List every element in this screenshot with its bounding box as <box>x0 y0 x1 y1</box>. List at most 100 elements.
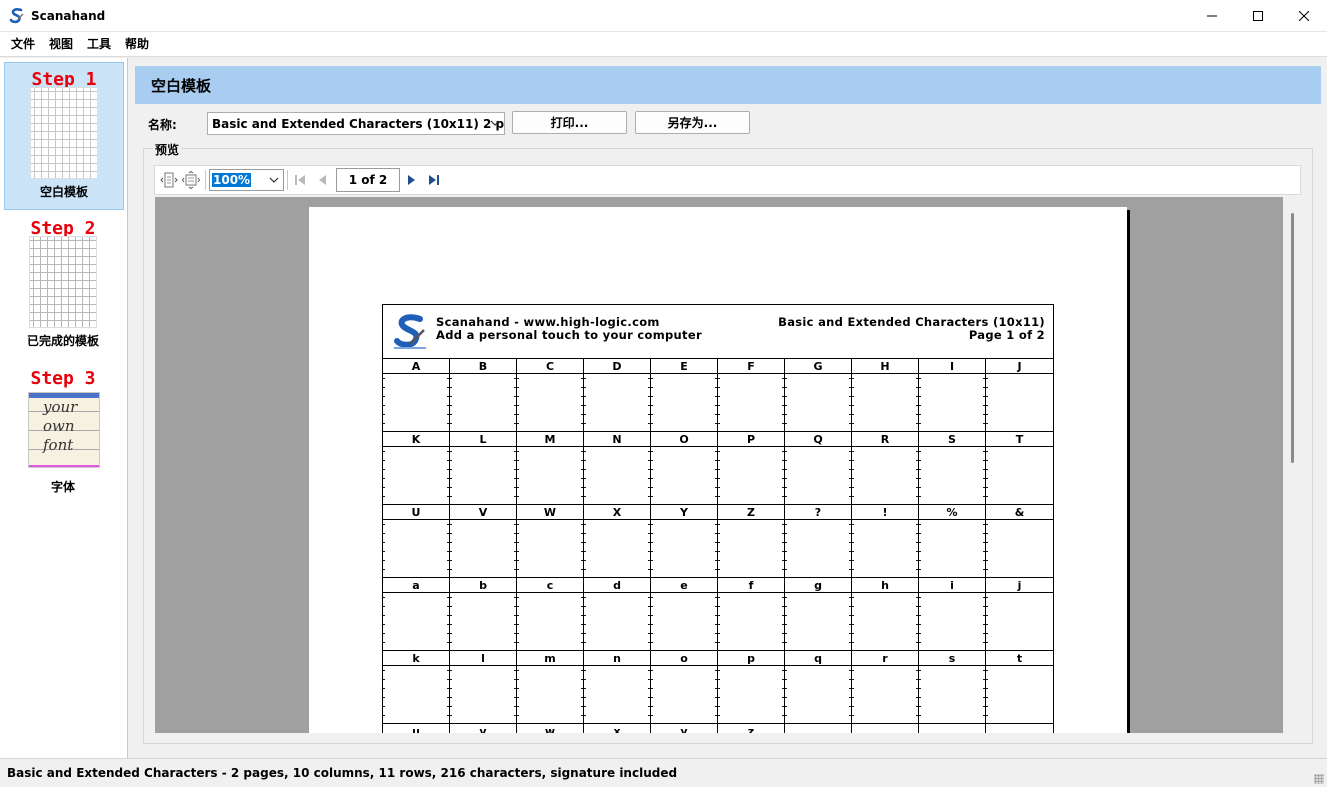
character-label: , <box>852 724 919 733</box>
character-box <box>447 374 517 432</box>
character-label: c <box>517 578 584 593</box>
grid-row-header: abcdefghi j <box>383 578 1053 593</box>
character-label: J <box>1017 360 1022 373</box>
character-label: g <box>785 578 852 593</box>
close-button[interactable] <box>1281 0 1327 32</box>
character-label: o <box>651 651 718 666</box>
character-label: Z <box>718 505 785 520</box>
step-blank-template[interactable]: Step 1 空白模板 <box>4 62 124 210</box>
grid-row-boxes <box>383 520 1053 578</box>
menu-tools[interactable]: 工具 <box>80 32 118 57</box>
character-box <box>447 520 517 578</box>
preview-toolbar: 100% 1 of 2 <box>154 165 1301 195</box>
character-box <box>916 520 986 578</box>
character-box <box>383 666 450 724</box>
character-label: X <box>584 505 651 520</box>
section-header: 空白模板 <box>135 66 1321 104</box>
character-label: G <box>785 359 852 374</box>
fit-page-button[interactable] <box>180 169 202 191</box>
maximize-button[interactable] <box>1235 0 1281 32</box>
step-label: 字体 <box>50 480 75 494</box>
character-box <box>383 374 450 432</box>
template-sheet: Scanahand - www.high-logic.com Add a per… <box>382 304 1054 733</box>
prev-page-button[interactable] <box>312 169 334 191</box>
character-label: Q <box>785 432 852 447</box>
resize-grip[interactable] <box>1314 774 1324 784</box>
character-box <box>514 447 584 505</box>
sheet-title: Scanahand - www.high-logic.com <box>436 315 660 329</box>
step-completed-template[interactable]: Step 2 已完成的模板 <box>4 212 124 360</box>
zoom-select[interactable]: 100% <box>209 169 284 191</box>
minimize-button[interactable] <box>1189 0 1235 32</box>
character-label: ? <box>785 505 852 520</box>
preview-page: Scanahand - www.high-logic.com Add a per… <box>309 207 1127 733</box>
character-label: O <box>651 432 718 447</box>
preview-label: 预览 <box>153 141 182 158</box>
grid-row-boxes <box>383 593 1053 651</box>
character-label: s <box>919 651 986 666</box>
character-label: l <box>450 651 517 666</box>
last-page-button[interactable] <box>423 169 445 191</box>
next-page-button[interactable] <box>400 169 422 191</box>
fit-width-icon <box>160 172 178 188</box>
template-select[interactable]: Basic and Extended Characters (10x11) 2 … <box>207 112 505 135</box>
character-label: E <box>651 359 718 374</box>
menu-view[interactable]: 视图 <box>42 32 80 57</box>
grid-row-header: ABCDEFGHI J <box>383 359 1053 374</box>
grid-row-boxes <box>383 666 1053 724</box>
menu-file[interactable]: 文件 <box>4 32 42 57</box>
character-label: r <box>852 651 919 666</box>
grid-row-header: klmnopqrs t <box>383 651 1053 666</box>
vertical-scrollbar[interactable] <box>1283 197 1301 733</box>
scrollbar-thumb[interactable] <box>1291 213 1294 463</box>
grid-row: uvwxyz., <box>383 724 1053 733</box>
save-as-button[interactable]: 另存为... <box>635 111 750 134</box>
first-page-icon <box>295 175 305 185</box>
character-box <box>581 520 651 578</box>
character-box <box>916 374 986 432</box>
step-title: Step 3 <box>30 368 96 389</box>
character-grid: A B C D E F G H I J K L M N O P Q R S T U V W X Y Z?!% & a b c d e f g h i j… <box>383 359 1053 733</box>
character-box <box>782 447 852 505</box>
first-page-button[interactable] <box>289 169 311 191</box>
character-box <box>715 374 785 432</box>
character-box <box>383 593 450 651</box>
character-box <box>581 374 651 432</box>
character-label: b <box>450 578 517 593</box>
print-button[interactable]: 打印... <box>512 111 627 134</box>
step-font[interactable]: Step 3 your own font 字体 <box>4 362 124 510</box>
character-label: U <box>383 505 450 520</box>
fit-page-icon <box>182 171 200 189</box>
character-box <box>648 593 718 651</box>
character-label: M <box>517 432 584 447</box>
page-indicator[interactable]: 1 of 2 <box>336 168 400 192</box>
grid-row: U V W X Y Z?!% & <box>383 505 1053 578</box>
character-box <box>514 593 584 651</box>
grid-row: klmnopqrs t <box>383 651 1053 724</box>
character-box <box>581 593 651 651</box>
sheet-page-number: Page 1 of 2 <box>968 328 1045 342</box>
menu-help[interactable]: 帮助 <box>118 32 156 57</box>
character-box <box>648 374 718 432</box>
character-label: F <box>718 359 785 374</box>
font-sample-line: own <box>43 417 75 435</box>
character-box <box>782 593 852 651</box>
character-label: ! <box>852 505 919 520</box>
character-label: T <box>1015 433 1024 446</box>
chevron-down-icon <box>269 177 279 183</box>
font-thumbnail: your own font <box>28 392 100 468</box>
close-icon <box>1299 11 1309 21</box>
fit-width-button[interactable] <box>158 169 180 191</box>
next-page-icon <box>408 175 415 185</box>
grid-row-boxes <box>383 447 1053 505</box>
grid-row-header: KLMNOPQRS T <box>383 432 1053 447</box>
character-label: u <box>383 724 450 733</box>
character-box <box>916 447 986 505</box>
character-label: I <box>919 359 986 374</box>
character-label: z <box>718 724 785 733</box>
character-label: S <box>919 432 986 447</box>
scanahand-app-icon <box>9 7 24 23</box>
sheet-header: Scanahand - www.high-logic.com Add a per… <box>383 305 1053 359</box>
sheet-template-name: Basic and Extended Characters (10x11) <box>778 315 1045 329</box>
print-preview[interactable]: Scanahand - www.high-logic.com Add a per… <box>155 197 1301 733</box>
